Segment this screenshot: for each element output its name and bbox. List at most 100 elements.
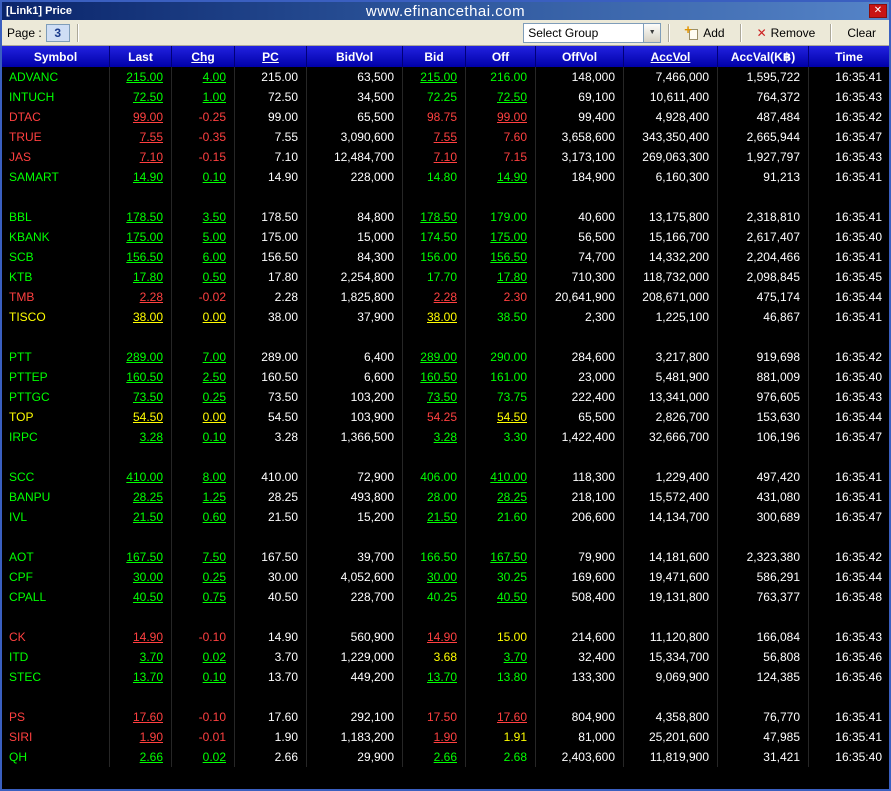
table-row[interactable]: KBANK 175.00 5.00 175.00 15,000 174.50 175.00 5… bbox=[2, 227, 889, 247]
table-row[interactable]: INTUCH 72.50 1.00 72.50 34,500 72.25 72.50 69,1… bbox=[2, 87, 889, 107]
clear-button[interactable]: Clear bbox=[839, 23, 884, 43]
bid-cell: 166.50 bbox=[403, 547, 466, 567]
accvol-cell: 208,671,000 bbox=[624, 287, 718, 307]
column-header-time[interactable]: Time bbox=[809, 46, 889, 67]
pc-cell: 167.50 bbox=[235, 547, 307, 567]
accval-cell: 2,665,944 bbox=[718, 127, 809, 147]
table-row[interactable]: TISCO 38.00 0.00 38.00 37,900 38.00 38.50 2,300… bbox=[2, 307, 889, 327]
table-row[interactable]: JAS 7.10 -0.15 7.10 12,484,700 7.10 7.15 3,173,… bbox=[2, 147, 889, 167]
bidvol-cell: 292,100 bbox=[307, 707, 403, 727]
column-header-last[interactable]: Last bbox=[110, 46, 172, 67]
column-header-accvol[interactable]: AccVol bbox=[624, 46, 718, 67]
accval-cell: 106,196 bbox=[718, 427, 809, 447]
table-row[interactable]: SCC 410.00 8.00 410.00 72,900 406.00 410.00 118… bbox=[2, 467, 889, 487]
chg-cell: 0.75 bbox=[172, 587, 235, 607]
column-header-off[interactable]: Off bbox=[466, 46, 536, 67]
symbol-cell: TRUE bbox=[2, 127, 110, 147]
table-row[interactable]: ADVANC 215.00 4.00 215.00 63,500 215.00 216.00… bbox=[2, 67, 889, 87]
table-row[interactable]: STEC 13.70 0.10 13.70 449,200 13.70 13.80 133,3… bbox=[2, 667, 889, 687]
pc-cell: 14.90 bbox=[235, 627, 307, 647]
bid-cell: 2.66 bbox=[403, 747, 466, 767]
column-header-bid[interactable]: Bid bbox=[403, 46, 466, 67]
accval-cell: 46,867 bbox=[718, 307, 809, 327]
bid-cell: 14.80 bbox=[403, 167, 466, 187]
empty-cell bbox=[110, 687, 172, 707]
table-row[interactable]: TMB 2.28 -0.02 2.28 1,825,800 2.28 2.30 20,641,… bbox=[2, 287, 889, 307]
close-icon[interactable]: ✕ bbox=[869, 4, 887, 18]
empty-cell bbox=[809, 607, 889, 627]
offvol-cell: 23,000 bbox=[536, 367, 624, 387]
empty-cell bbox=[110, 607, 172, 627]
table-row[interactable]: TOP 54.50 0.00 54.50 103,900 54.25 54.50 65,500… bbox=[2, 407, 889, 427]
accval-cell: 919,698 bbox=[718, 347, 809, 367]
symbol-cell: TOP bbox=[2, 407, 110, 427]
spacer-row bbox=[2, 327, 889, 347]
off-cell: 40.50 bbox=[466, 587, 536, 607]
table-row[interactable]: PTTGC 73.50 0.25 73.50 103,200 73.50 73.75 222,… bbox=[2, 387, 889, 407]
table-row[interactable]: DTAC 99.00 -0.25 99.00 65,500 98.75 99.00 99,40… bbox=[2, 107, 889, 127]
empty-cell bbox=[2, 187, 110, 207]
chg-cell: 0.10 bbox=[172, 167, 235, 187]
offvol-cell: 56,500 bbox=[536, 227, 624, 247]
bidvol-cell: 1,183,200 bbox=[307, 727, 403, 747]
empty-cell bbox=[172, 327, 235, 347]
table-row[interactable]: PTT 289.00 7.00 289.00 6,400 289.00 290.00 284,… bbox=[2, 347, 889, 367]
offvol-cell: 74,700 bbox=[536, 247, 624, 267]
table-row[interactable]: CK 14.90 -0.10 14.90 560,900 14.90 15.00 214,60… bbox=[2, 627, 889, 647]
off-cell: 2.30 bbox=[466, 287, 536, 307]
table-row[interactable]: SCB 156.50 6.00 156.50 84,300 156.00 156.50 74,… bbox=[2, 247, 889, 267]
table-row[interactable]: QH 2.66 0.02 2.66 29,900 2.66 2.68 2,403,600 11,… bbox=[2, 747, 889, 767]
table-row[interactable]: KTB 17.80 0.50 17.80 2,254,800 17.70 17.80 710,… bbox=[2, 267, 889, 287]
column-header-symbol[interactable]: Symbol bbox=[2, 46, 110, 67]
page-input[interactable] bbox=[45, 23, 70, 42]
table-row[interactable]: PS 17.60 -0.10 17.60 292,100 17.50 17.60 804,90… bbox=[2, 707, 889, 727]
table-row[interactable]: BANPU 28.25 1.25 28.25 493,800 28.00 28.25 218,… bbox=[2, 487, 889, 507]
column-header-bidvol[interactable]: BidVol bbox=[307, 46, 403, 67]
table-row[interactable]: ITD 3.70 0.02 3.70 1,229,000 3.68 3.70 32,400 15… bbox=[2, 647, 889, 667]
table-row[interactable]: CPF 30.00 0.25 30.00 4,052,600 30.00 30.25 169,… bbox=[2, 567, 889, 587]
column-header-accvalk[interactable]: AccVal(K฿) bbox=[718, 46, 809, 67]
table-row[interactable]: SAMART 14.90 0.10 14.90 228,000 14.80 14.90 184… bbox=[2, 167, 889, 187]
table-row[interactable]: AOT 167.50 7.50 167.50 39,700 166.50 167.50 79,… bbox=[2, 547, 889, 567]
empty-cell bbox=[466, 687, 536, 707]
chg-cell: -0.10 bbox=[172, 627, 235, 647]
off-cell: 15.00 bbox=[466, 627, 536, 647]
spacer-row bbox=[2, 187, 889, 207]
remove-button[interactable]: ✕ Remove bbox=[749, 23, 824, 43]
column-header-pc[interactable]: PC bbox=[235, 46, 307, 67]
bid-cell: 40.25 bbox=[403, 587, 466, 607]
pc-cell: 14.90 bbox=[235, 167, 307, 187]
accvol-cell: 1,229,400 bbox=[624, 467, 718, 487]
accvol-cell: 269,063,300 bbox=[624, 147, 718, 167]
last-cell: 2.66 bbox=[110, 747, 172, 767]
pc-cell: 54.50 bbox=[235, 407, 307, 427]
symbol-cell: KTB bbox=[2, 267, 110, 287]
table-row[interactable]: PTTEP 160.50 2.50 160.50 6,600 160.50 161.00 23… bbox=[2, 367, 889, 387]
empty-cell bbox=[466, 607, 536, 627]
chevron-down-icon[interactable]: ▼ bbox=[643, 23, 661, 42]
last-cell: 72.50 bbox=[110, 87, 172, 107]
column-header-chg[interactable]: Chg bbox=[172, 46, 235, 67]
group-select[interactable]: Select Group ▼ bbox=[523, 22, 662, 43]
table-row[interactable]: BBL 178.50 3.50 178.50 84,800 178.50 179.00 40,… bbox=[2, 207, 889, 227]
chg-cell: 0.50 bbox=[172, 267, 235, 287]
table-row[interactable]: CPALL 40.50 0.75 40.50 228,700 40.25 40.50 508,… bbox=[2, 587, 889, 607]
empty-cell bbox=[403, 527, 466, 547]
column-header-offvol[interactable]: OffVol bbox=[536, 46, 624, 67]
accval-cell: 1,927,797 bbox=[718, 147, 809, 167]
chg-cell: -0.01 bbox=[172, 727, 235, 747]
chg-cell: 2.50 bbox=[172, 367, 235, 387]
table-row[interactable]: SIRI 1.90 -0.01 1.90 1,183,200 1.90 1.91 81,000… bbox=[2, 727, 889, 747]
table-row[interactable]: IVL 21.50 0.60 21.50 15,200 21.50 21.60 206,600… bbox=[2, 507, 889, 527]
table-row[interactable]: IRPC 3.28 0.10 3.28 1,366,500 3.28 3.30 1,422,4… bbox=[2, 427, 889, 447]
title-bar[interactable]: [Link1] Price www.efinancethai.com ✕ bbox=[2, 2, 889, 20]
empty-cell bbox=[172, 607, 235, 627]
pc-cell: 73.50 bbox=[235, 387, 307, 407]
pc-cell: 215.00 bbox=[235, 67, 307, 87]
bidvol-cell: 3,090,600 bbox=[307, 127, 403, 147]
empty-cell bbox=[536, 187, 624, 207]
spacer-row bbox=[2, 527, 889, 547]
add-button[interactable]: + Add bbox=[677, 22, 732, 43]
empty-cell bbox=[809, 327, 889, 347]
table-row[interactable]: TRUE 7.55 -0.35 7.55 3,090,600 7.55 7.60 3,658,… bbox=[2, 127, 889, 147]
